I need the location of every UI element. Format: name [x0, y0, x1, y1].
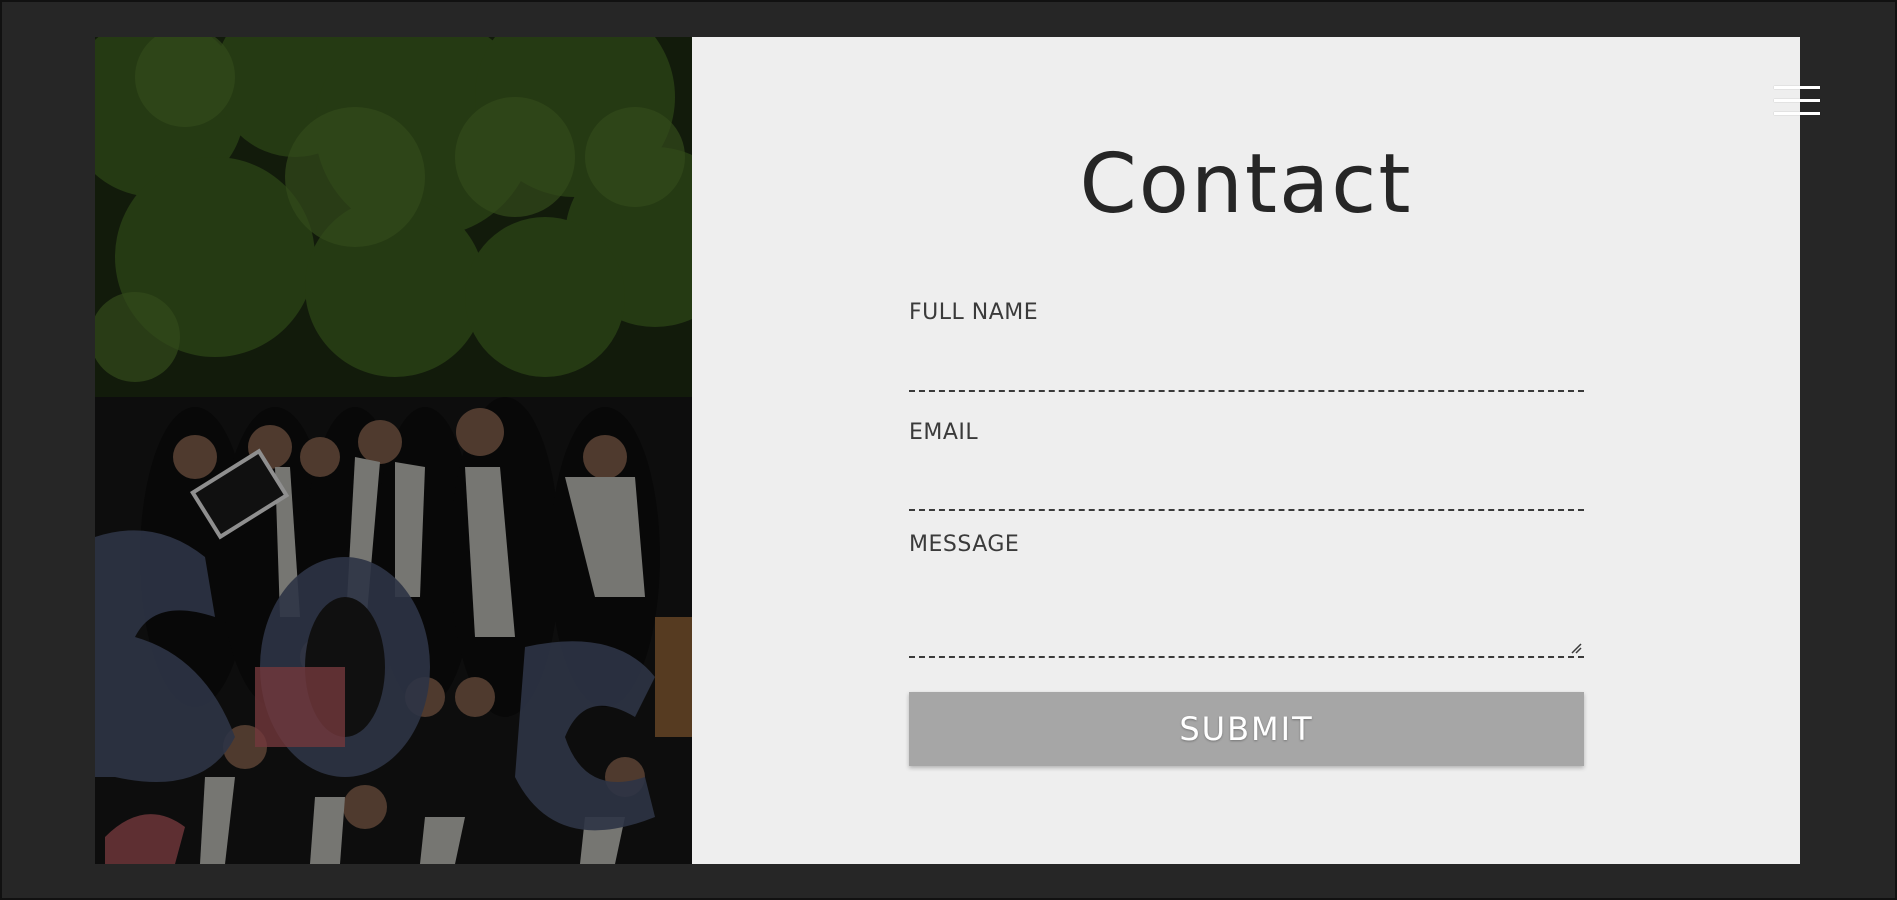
full-name-underline	[909, 390, 1584, 392]
message-textarea[interactable]	[909, 566, 1588, 646]
menu-bar-bottom	[1774, 112, 1820, 115]
page-title: Contact	[1079, 137, 1413, 232]
message-underline	[909, 656, 1584, 658]
email-input[interactable]	[909, 454, 1588, 488]
group-photo	[95, 37, 692, 864]
resize-handle-icon[interactable]	[1570, 642, 1582, 654]
email-field[interactable]: EMAIL	[909, 420, 1588, 520]
full-name-field[interactable]: FULL NAME	[909, 300, 1588, 400]
message-label: MESSAGE	[909, 532, 1020, 557]
full-name-label: FULL NAME	[909, 300, 1039, 325]
email-label: EMAIL	[909, 420, 979, 445]
hamburger-menu-icon[interactable]	[1774, 84, 1820, 118]
menu-bar-middle	[1774, 99, 1820, 102]
submit-button[interactable]: SUBMIT	[909, 692, 1584, 766]
contact-panel: Contact FULL NAME EMAIL MESSAGE SUBMIT	[692, 37, 1800, 864]
email-underline	[909, 509, 1584, 511]
full-name-input[interactable]	[909, 334, 1588, 368]
menu-bar-top	[1774, 86, 1820, 89]
message-field[interactable]: MESSAGE	[909, 532, 1588, 662]
